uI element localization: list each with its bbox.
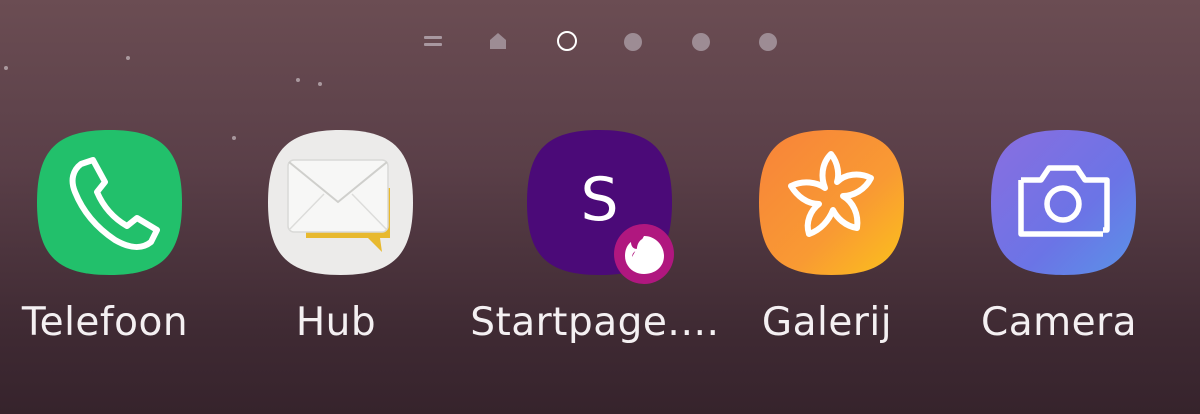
page-indicator xyxy=(0,30,1200,54)
flower-icon xyxy=(759,130,904,275)
menu-indicator-icon xyxy=(424,36,442,48)
page-dot-current[interactable] xyxy=(557,31,577,51)
camera-icon xyxy=(991,130,1136,275)
app-label: Hub xyxy=(295,300,377,345)
firefox-badge-icon xyxy=(614,224,674,284)
app-label: Camera xyxy=(980,300,1138,345)
home-indicator-icon xyxy=(490,33,506,49)
phone-icon xyxy=(37,130,182,275)
page-dot[interactable] xyxy=(692,33,710,51)
wallpaper-speck xyxy=(126,56,130,60)
envelope-icon xyxy=(268,130,413,275)
app-label: Startpage.… xyxy=(470,300,720,345)
wallpaper-speck xyxy=(318,82,322,86)
wallpaper-speck xyxy=(296,78,300,82)
app-label: Galerij xyxy=(761,300,893,345)
page-dot[interactable] xyxy=(624,33,642,51)
wallpaper-speck xyxy=(232,136,236,140)
wallpaper-speck xyxy=(4,66,8,70)
page-dot[interactable] xyxy=(759,33,777,51)
